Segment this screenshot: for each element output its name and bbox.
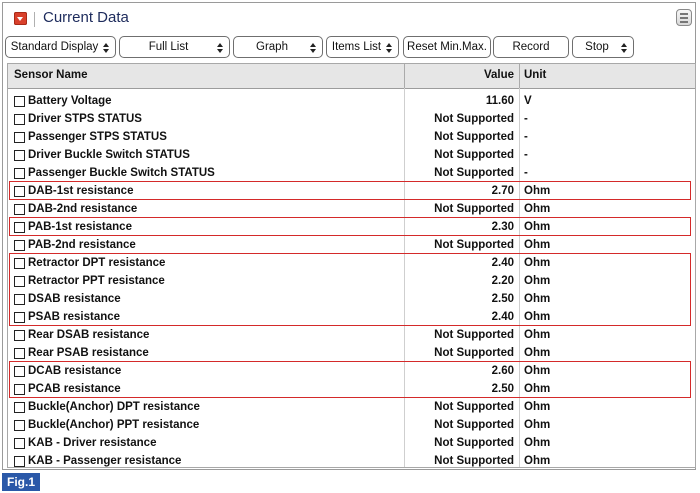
sensor-value: Not Supported xyxy=(434,203,514,215)
sensor-name: Buckle(Anchor) DPT resistance xyxy=(28,401,200,413)
sensor-unit: - xyxy=(524,149,528,161)
updown-arrow-icon xyxy=(217,43,224,53)
stop-label: Stop xyxy=(585,41,609,53)
sensor-value: Not Supported xyxy=(434,329,514,341)
figure-label: Fig.1 xyxy=(2,473,40,491)
sensor-name: Battery Voltage xyxy=(28,95,112,107)
table-row[interactable]: KAB - Driver resistance Not Supported Ohm xyxy=(8,435,695,453)
column-divider[interactable] xyxy=(519,64,520,88)
highlight-box xyxy=(9,253,691,326)
standard-display-select[interactable]: Standard Display xyxy=(5,36,116,58)
sensor-name: Rear PSAB resistance xyxy=(28,347,149,359)
updown-arrow-icon xyxy=(621,43,628,53)
table-row[interactable]: KAB - Passenger resistance Not Supported O… xyxy=(8,453,695,467)
sensor-name: Passenger STPS STATUS xyxy=(28,131,167,143)
sensor-name: Passenger Buckle Switch STATUS xyxy=(28,167,215,179)
row-checkbox[interactable] xyxy=(14,132,25,143)
row-checkbox[interactable] xyxy=(14,438,25,449)
sensor-value: Not Supported xyxy=(434,347,514,359)
sensor-name: Buckle(Anchor) PPT resistance xyxy=(28,419,200,431)
record-label: Record xyxy=(512,41,550,53)
row-checkbox[interactable] xyxy=(14,204,25,215)
menu-list-icon[interactable] xyxy=(676,9,692,26)
title-bar: Current Data xyxy=(3,3,695,33)
row-checkbox[interactable] xyxy=(14,330,25,341)
sensor-unit: Ohm xyxy=(524,347,551,359)
sensor-value: Not Supported xyxy=(434,131,514,143)
stop-select[interactable]: Stop xyxy=(572,36,634,58)
sensor-unit: Ohm xyxy=(524,239,551,251)
sensor-unit: Ohm xyxy=(524,437,551,449)
highlight-box xyxy=(9,361,691,398)
items-list-select[interactable]: Items List xyxy=(326,36,399,58)
sensor-name: Driver STPS STATUS xyxy=(28,113,142,125)
sensor-value: Not Supported xyxy=(434,113,514,125)
table-header: Sensor Name Value Unit xyxy=(8,64,695,89)
table-row[interactable]: Buckle(Anchor) PPT resistance Not Support… xyxy=(8,417,695,435)
row-checkbox[interactable] xyxy=(14,114,25,125)
record-button[interactable]: Record xyxy=(493,36,569,58)
full-list-select[interactable]: Full List xyxy=(119,36,230,58)
table-row[interactable]: Driver Buckle Switch STATUS Not Supported… xyxy=(8,147,695,165)
row-checkbox[interactable] xyxy=(14,456,25,467)
table-row[interactable]: Driver STPS STATUS Not Supported - xyxy=(8,111,695,129)
sensor-name: KAB - Driver resistance xyxy=(28,437,157,449)
sensor-value: Not Supported xyxy=(434,419,514,431)
sensor-unit: Ohm xyxy=(524,419,551,431)
row-checkbox[interactable] xyxy=(14,420,25,431)
reset-min-max-label: Reset Min.Max. xyxy=(407,41,487,53)
title-separator xyxy=(34,12,35,27)
sensor-name: PAB-2nd resistance xyxy=(28,239,136,251)
graph-label: Graph xyxy=(256,41,288,53)
sensor-unit: Ohm xyxy=(524,401,551,413)
table-row[interactable]: Rear DSAB resistance Not Supported Ohm xyxy=(8,327,695,345)
sensor-value: Not Supported xyxy=(434,239,514,251)
sensor-value: Not Supported xyxy=(434,455,514,467)
dropdown-arrow-icon[interactable] xyxy=(14,12,27,25)
sensor-unit: Ohm xyxy=(524,455,551,467)
table-row[interactable]: Passenger STPS STATUS Not Supported - xyxy=(8,129,695,147)
toolbar: Standard Display Full List Graph Items L… xyxy=(3,35,695,61)
sensor-unit: - xyxy=(524,131,528,143)
sensor-name: KAB - Passenger resistance xyxy=(28,455,182,467)
updown-arrow-icon xyxy=(103,43,110,53)
current-data-window: Current Data Standard Display Full List … xyxy=(2,2,696,470)
sensor-unit: Ohm xyxy=(524,329,551,341)
reset-min-max-button[interactable]: Reset Min.Max. xyxy=(403,36,491,58)
row-checkbox[interactable] xyxy=(14,168,25,179)
sensor-value: Not Supported xyxy=(434,149,514,161)
sensor-value: Not Supported xyxy=(434,437,514,449)
graph-select[interactable]: Graph xyxy=(233,36,323,58)
sensor-unit: V xyxy=(524,95,532,107)
sensor-name: Rear DSAB resistance xyxy=(28,329,150,341)
row-checkbox[interactable] xyxy=(14,150,25,161)
row-checkbox[interactable] xyxy=(14,348,25,359)
row-checkbox[interactable] xyxy=(14,96,25,107)
highlight-box xyxy=(9,217,691,236)
table-row[interactable]: Buckle(Anchor) DPT resistance Not Support… xyxy=(8,399,695,417)
column-divider[interactable] xyxy=(404,64,405,88)
header-value[interactable]: Value xyxy=(406,69,514,81)
sensor-value: 11.60 xyxy=(485,95,514,107)
sensor-unit: - xyxy=(524,113,528,125)
sensor-value: Not Supported xyxy=(434,401,514,413)
updown-arrow-icon xyxy=(310,43,317,53)
updown-arrow-icon xyxy=(386,43,393,53)
row-checkbox[interactable] xyxy=(14,402,25,413)
sensor-name: DAB-2nd resistance xyxy=(28,203,138,215)
items-list-label: Items List xyxy=(331,41,382,53)
sensor-data-table: Sensor Name Value Unit Battery Voltage 11… xyxy=(7,63,696,468)
sensor-name: Driver Buckle Switch STATUS xyxy=(28,149,190,161)
header-unit[interactable]: Unit xyxy=(524,69,546,81)
sensor-value: Not Supported xyxy=(434,167,514,179)
table-row[interactable]: Battery Voltage 11.60 V xyxy=(8,93,695,111)
full-list-label: Full List xyxy=(148,41,189,53)
highlight-box xyxy=(9,181,691,200)
standard-display-label: Standard Display xyxy=(10,41,99,53)
window-title: Current Data xyxy=(43,9,129,26)
row-checkbox[interactable] xyxy=(14,240,25,251)
sensor-unit: - xyxy=(524,167,528,179)
header-sensor-name[interactable]: Sensor Name xyxy=(14,69,88,81)
sensor-unit: Ohm xyxy=(524,203,551,215)
